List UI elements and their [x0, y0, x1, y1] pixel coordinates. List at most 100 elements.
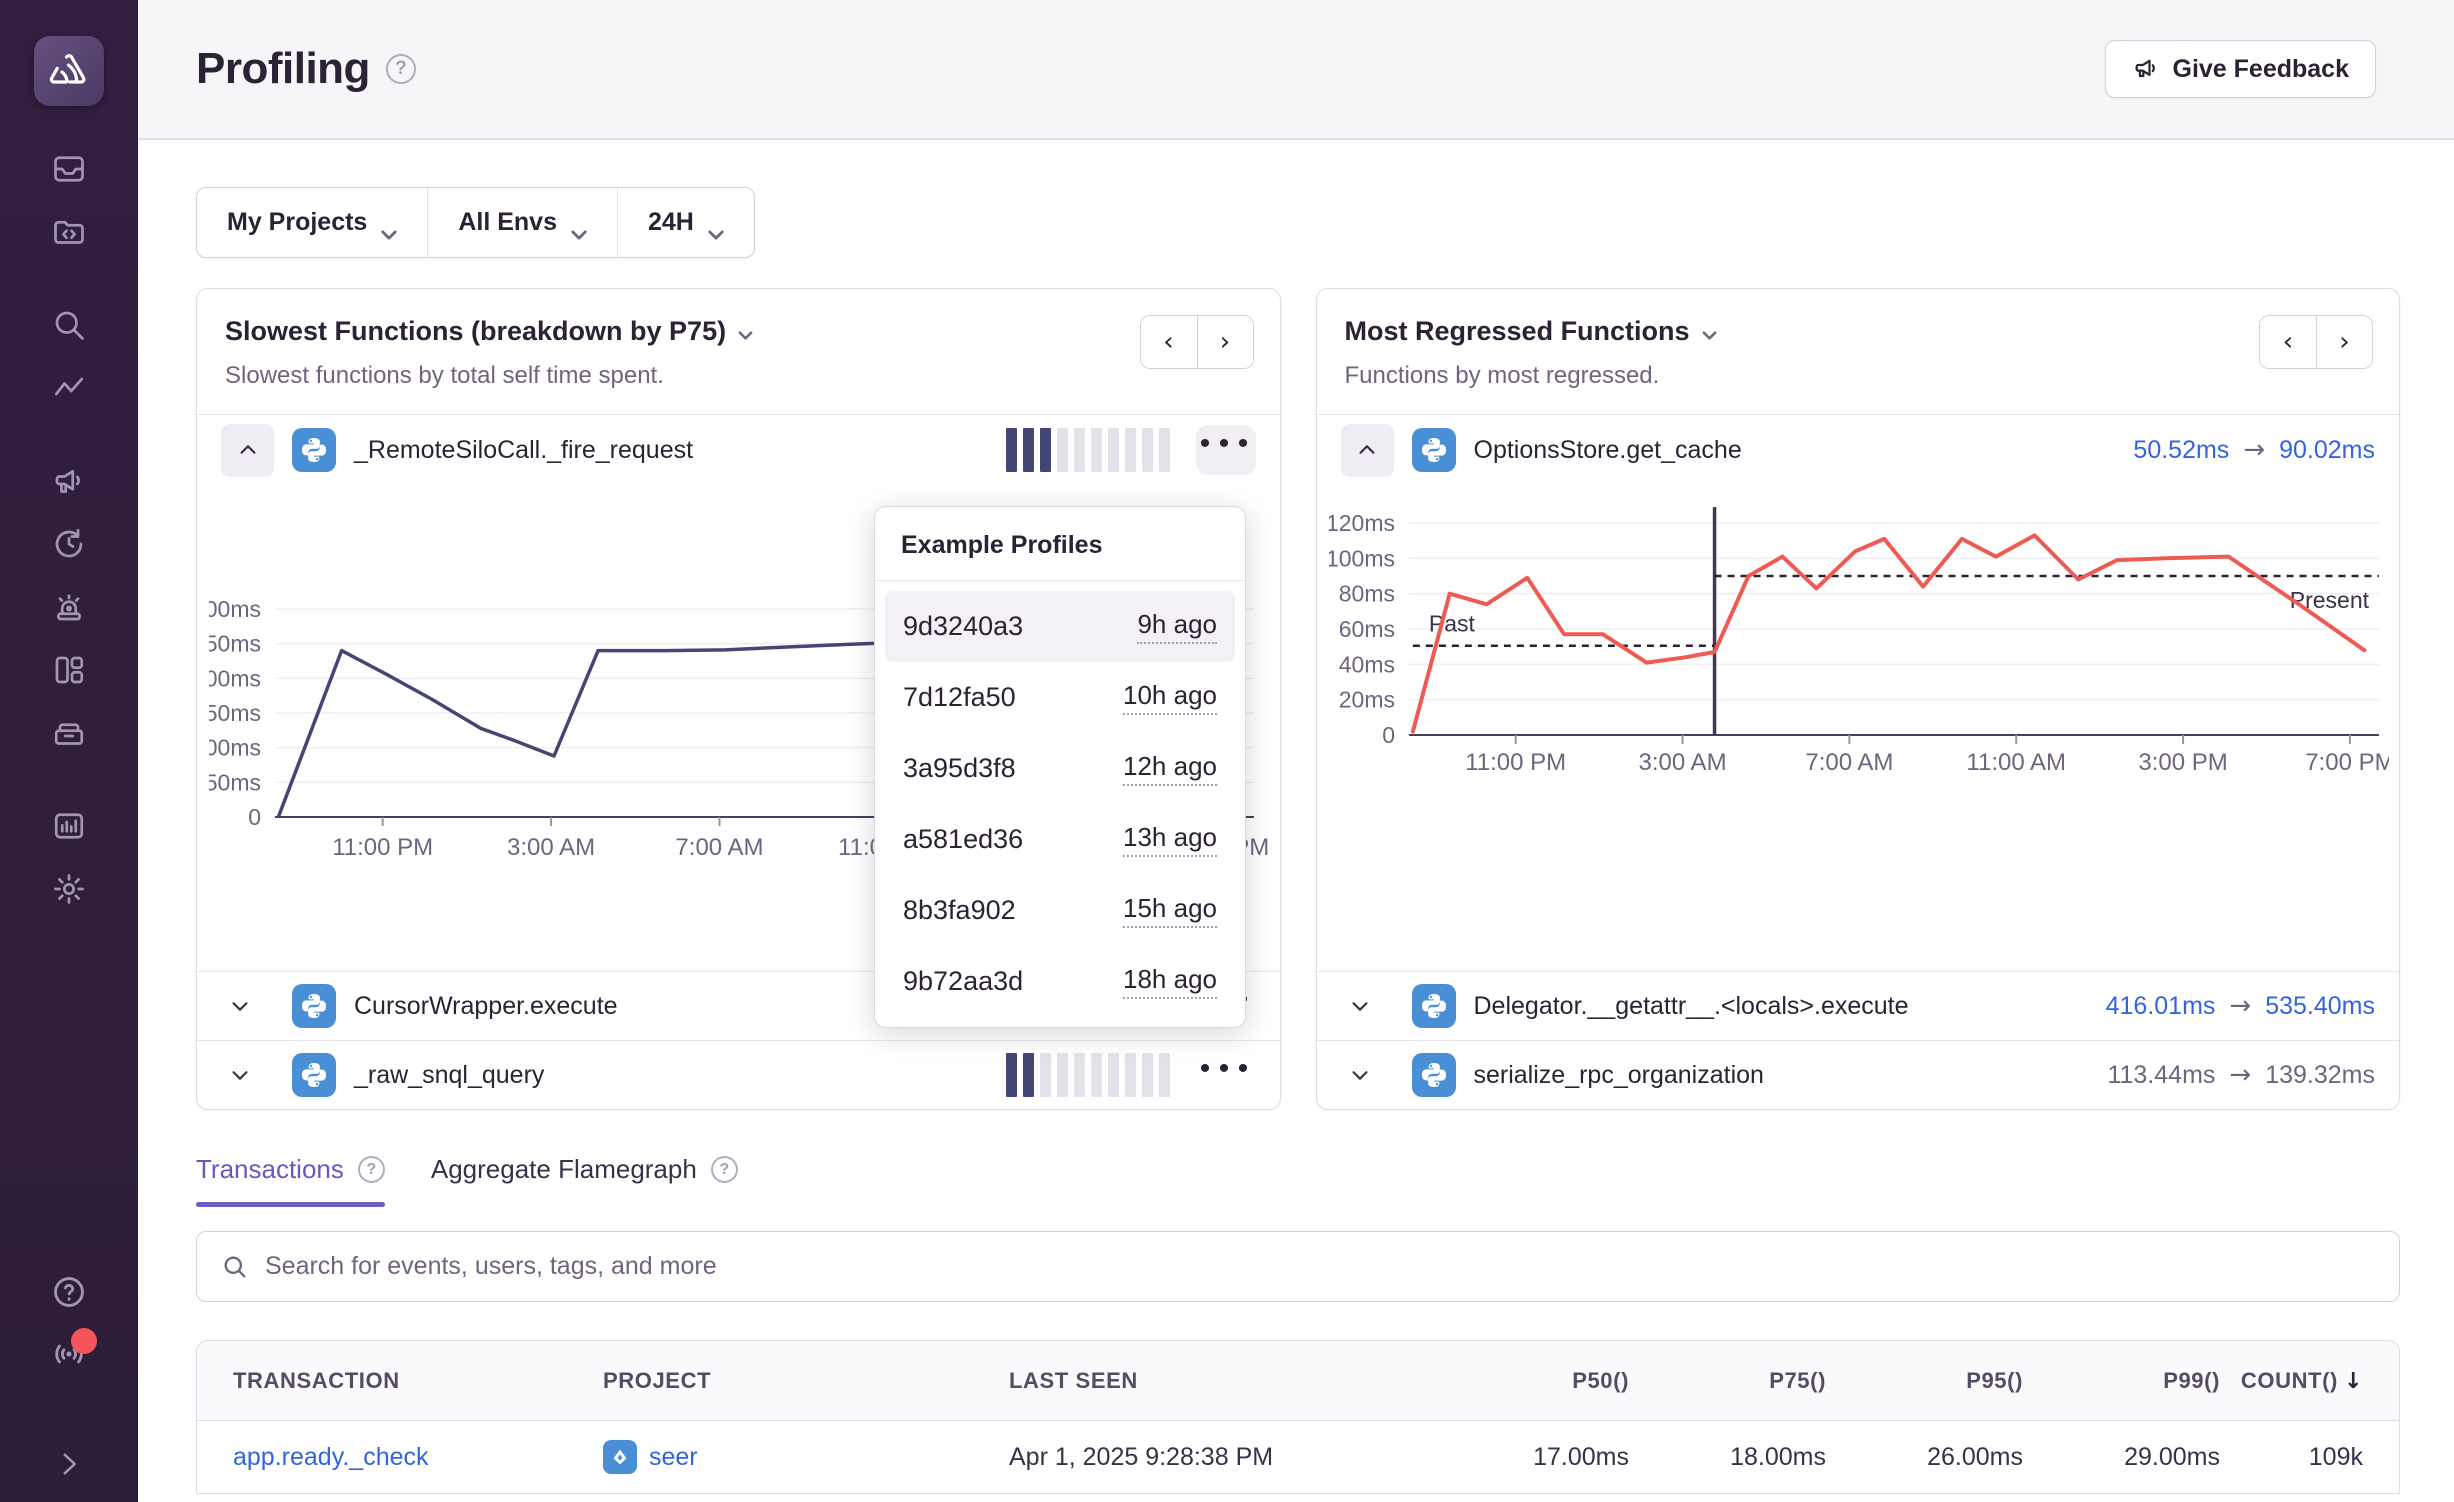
python-platform-icon	[292, 428, 336, 472]
python-platform-icon	[1412, 1053, 1456, 1097]
next-page-button[interactable]: ›	[2316, 316, 2372, 368]
environment-filter[interactable]: All Envs	[427, 188, 617, 257]
page-help-icon[interactable]: ?	[386, 54, 416, 84]
chevron-down-icon[interactable]	[738, 327, 754, 337]
profile-age[interactable]: 12h ago	[1123, 751, 1217, 786]
page-header: Profiling ? Give Feedback	[138, 0, 2454, 140]
search-input[interactable]	[265, 1252, 2375, 1281]
after-value[interactable]: 139.32ms	[2265, 1061, 2375, 1090]
regressed-row: Delegator.__getattr__.<locals>.execute 4…	[1317, 971, 2400, 1040]
sidebar-expand-icon[interactable]	[47, 1442, 91, 1486]
row-actions-button[interactable]: • • •	[1196, 425, 1256, 475]
last-seen-cell: Apr 1, 2025 9:28:38 PM	[1009, 1443, 1439, 1472]
tab-help-icon[interactable]: ?	[358, 1156, 385, 1183]
traces-icon[interactable]	[47, 366, 91, 410]
expand-row-button[interactable]	[1341, 1064, 1394, 1086]
collapse-row-button[interactable]	[1341, 424, 1394, 477]
profile-age[interactable]: 10h ago	[1123, 680, 1217, 715]
search-icon[interactable]	[47, 303, 91, 347]
transaction-cell[interactable]: app.ready._check	[197, 1443, 603, 1472]
function-name[interactable]: serialize_rpc_organization	[1474, 1061, 1764, 1090]
column-p75[interactable]: P75()	[1629, 1368, 1826, 1394]
after-value[interactable]: 90.02ms	[2279, 436, 2375, 465]
svg-text:7:00 PM: 7:00 PM	[2305, 749, 2389, 776]
whats-new-icon[interactable]	[47, 1332, 91, 1376]
give-feedback-button[interactable]: Give Feedback	[2105, 40, 2376, 98]
profile-age[interactable]: 13h ago	[1123, 822, 1217, 857]
svg-text:0: 0	[1382, 722, 1395, 748]
function-row: _raw_snql_query • • •	[197, 1040, 1280, 1109]
collapse-row-button[interactable]	[221, 424, 274, 477]
row-actions-button[interactable]: • • •	[1196, 1050, 1256, 1100]
tab-aggregate-flamegraph[interactable]: Aggregate Flamegraph ?	[431, 1154, 738, 1207]
profile-age[interactable]: 18h ago	[1123, 964, 1217, 999]
example-profile-item[interactable]: 8b3fa90215h ago	[885, 875, 1235, 946]
chevron-down-icon[interactable]	[1702, 327, 1718, 337]
settings-icon[interactable]	[47, 867, 91, 911]
megaphone-icon	[2132, 55, 2160, 83]
prev-page-button[interactable]: ‹	[2260, 316, 2316, 368]
column-last-seen[interactable]: LAST SEEN	[1009, 1368, 1439, 1394]
profile-age[interactable]: 15h ago	[1123, 893, 1217, 928]
stats-icon[interactable]	[47, 804, 91, 848]
projects-filter[interactable]: My Projects	[197, 188, 427, 257]
project-cell[interactable]: seer	[603, 1440, 1009, 1474]
notification-dot	[71, 1328, 97, 1354]
before-value[interactable]: 113.44ms	[2107, 1061, 2215, 1090]
svg-text:300ms: 300ms	[209, 596, 261, 622]
most-regressed-title[interactable]: Most Regressed Functions	[1345, 316, 1690, 347]
column-p50[interactable]: P50()	[1439, 1368, 1629, 1394]
tab-transactions[interactable]: Transactions ?	[196, 1154, 385, 1207]
feedback-icon[interactable]	[47, 459, 91, 503]
slowest-functions-title[interactable]: Slowest Functions (breakdown by P75)	[225, 316, 726, 347]
issues-icon[interactable]	[47, 147, 91, 191]
column-count[interactable]: COUNT()↓	[2220, 1368, 2399, 1394]
python-platform-icon	[292, 1053, 336, 1097]
before-value[interactable]: 416.01ms	[2106, 992, 2216, 1021]
function-name[interactable]: _raw_snql_query	[354, 1061, 544, 1090]
alerts-icon[interactable]	[47, 585, 91, 629]
svg-text:11:00 AM: 11:00 AM	[1966, 749, 2066, 776]
column-p95[interactable]: P95()	[1826, 1368, 2023, 1394]
expand-row-button[interactable]	[221, 995, 274, 1017]
prev-page-button[interactable]: ‹	[1141, 316, 1197, 368]
function-name[interactable]: Delegator.__getattr__.<locals>.execute	[1474, 992, 1909, 1021]
svg-text:Present: Present	[2289, 587, 2369, 613]
explore-icon[interactable]	[47, 210, 91, 254]
tab-help-icon[interactable]: ?	[711, 1156, 738, 1183]
svg-text:60ms: 60ms	[1338, 616, 1394, 642]
p75-cell: 18.00ms	[1629, 1443, 1826, 1472]
svg-text:50ms: 50ms	[209, 769, 261, 795]
replays-icon[interactable]	[47, 522, 91, 566]
sidebar-nav-group-3	[47, 459, 91, 755]
function-name[interactable]: CursorWrapper.execute	[354, 992, 618, 1021]
expand-row-button[interactable]	[221, 1064, 274, 1086]
function-name[interactable]: _RemoteSiloCall._fire_request	[354, 436, 693, 465]
slowest-pager: ‹ ›	[1140, 315, 1254, 369]
next-page-button[interactable]: ›	[1197, 316, 1253, 368]
dashboards-icon[interactable]	[47, 648, 91, 692]
svg-text:7:00 AM: 7:00 AM	[1805, 749, 1893, 776]
most-regressed-chart[interactable]: 020ms40ms60ms80ms100ms120ms11:00 PM3:00 …	[1329, 505, 2389, 805]
sentry-logo[interactable]	[34, 36, 104, 106]
example-profile-item[interactable]: 9d3240a39h ago	[885, 591, 1235, 662]
chevron-down-icon	[571, 218, 587, 228]
example-profile-item[interactable]: 9b72aa3d18h ago	[885, 946, 1235, 1017]
help-icon[interactable]	[47, 1270, 91, 1314]
after-value[interactable]: 535.40ms	[2265, 992, 2375, 1021]
date-range-filter[interactable]: 24H	[617, 188, 754, 257]
example-profile-item[interactable]: 3a95d3f812h ago	[885, 733, 1235, 804]
example-profile-item[interactable]: 7d12fa5010h ago	[885, 662, 1235, 733]
releases-icon[interactable]	[47, 711, 91, 755]
column-project[interactable]: PROJECT	[603, 1368, 1009, 1394]
profile-age[interactable]: 9h ago	[1137, 609, 1217, 644]
before-value[interactable]: 50.52ms	[2133, 436, 2229, 465]
column-transaction[interactable]: TRANSACTION	[197, 1368, 603, 1394]
function-name[interactable]: OptionsStore.get_cache	[1474, 436, 1742, 465]
example-profile-item[interactable]: a581ed3613h ago	[885, 804, 1235, 875]
table-row[interactable]: app.ready._check seer Apr 1, 2025 9:28:3…	[197, 1421, 2399, 1493]
expand-row-button[interactable]	[1341, 995, 1394, 1017]
column-p99[interactable]: P99()	[2023, 1368, 2220, 1394]
project-link[interactable]: seer	[649, 1443, 698, 1472]
svg-text:40ms: 40ms	[1338, 651, 1394, 677]
